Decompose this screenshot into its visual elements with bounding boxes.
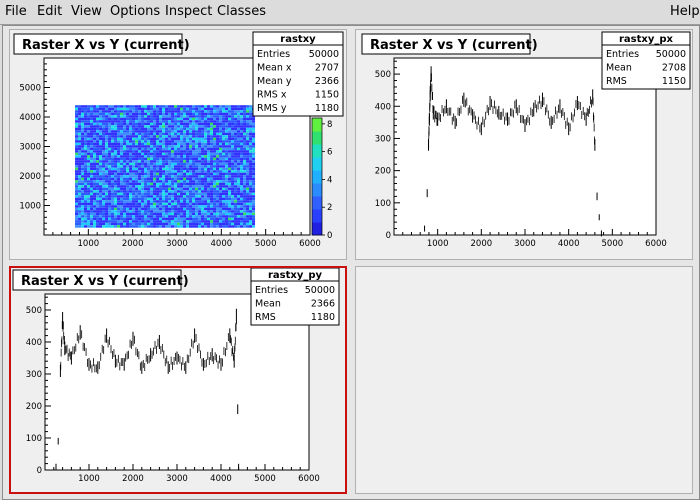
stats-label: Mean [606,63,632,74]
x-tick-label: 4000 [211,239,233,249]
x-tick-label: 6000 [299,239,321,249]
stats-label: Entries [255,285,288,296]
x-tick-label: 3000 [514,239,536,249]
palette-tick-label: 6 [327,148,332,158]
menu-file[interactable]: File [5,4,27,19]
stats-label: Mean [255,299,281,310]
palette-tick-label: 4 [327,175,332,185]
x-tick-label: 4000 [210,474,232,484]
palette-tick-label: 2 [327,203,332,213]
stats-label: RMS [255,312,276,323]
x-tick-label: 2000 [471,239,493,249]
y-tick-label: 1000 [19,202,41,212]
pad-title: Raster X vs Y (current) [22,38,190,53]
x-tick-label: 4000 [558,239,580,249]
stats-value: 50000 [305,285,335,296]
stats-box: rastxy_px Entries 50000 Mean 2708 RMS 1150 [601,31,691,90]
heatmap-cells [75,105,256,228]
pad3-svg: 1000 2000 3000 4000 5000 6000 0 100 200 300 400 500… [12,268,340,484]
stats-value: 2708 [662,63,686,74]
x-tick-label: 6000 [645,239,667,249]
x-tick-label: 1000 [78,239,100,249]
stats-label: RMS [606,76,627,87]
pad2-svg: 1000 2000 3000 4000 5000 6000 0 100 200 300 400 500… [361,31,691,249]
y-tick-label: 0 [37,466,42,476]
y-tick-label: 2000 [19,172,41,182]
y-tick-label: 500 [26,306,42,316]
stats-value: 50000 [656,49,686,60]
pad-title: Raster X vs Y (current) [21,274,189,289]
x-tick-label: 6000 [298,474,320,484]
stats-value: 1180 [315,103,339,114]
color-palette: 0 2 4 6 8 [311,117,332,241]
x-tick-label: 1000 [78,474,100,484]
stats-name: rastxy [280,34,316,45]
y-tick-label: 4000 [19,113,41,123]
stats-name: rastxy_py [268,270,323,281]
pad-heatmap[interactable]: 1000 2000 3000 4000 5000 6000 1000 2000 3000 4000… [9,29,347,260]
pad-title-box: Raster X vs Y (current) [361,33,538,55]
x-tick-label: 2000 [122,474,144,484]
pad-title-box: Raster X vs Y (current) [12,269,189,291]
menu-edit[interactable]: Edit [37,4,62,19]
pad-projection-x[interactable]: 1000 2000 3000 4000 5000 6000 0 100 200 300 400 500… [355,29,693,260]
x-tick-label: 5000 [254,474,276,484]
stats-value: 1150 [662,76,686,87]
pad1-svg: 1000 2000 3000 4000 5000 6000 1000 2000 3000 4000… [13,31,344,249]
y-tick-label: 100 [375,199,391,209]
y-tick-label: 200 [375,167,391,177]
pad-title-box: Raster X vs Y (current) [13,33,190,55]
y-tick-label: 0 [386,231,391,241]
y-tick-label: 5000 [19,84,41,94]
y-tick-label: 400 [26,338,42,348]
y-tick-label: 400 [375,102,391,112]
x-tick-label: 5000 [602,239,624,249]
stats-value: 2366 [315,76,339,87]
y-tick-label: 500 [375,70,391,80]
stats-label: Mean x [257,63,292,74]
stats-label: Entries [606,49,639,60]
y-tick-label: 300 [26,370,42,380]
stats-label: Entries [257,49,290,60]
pad-title: Raster X vs Y (current) [370,38,538,53]
menu-bar: File Edit View Options Inspect Classes H… [0,0,700,25]
stats-box: rastxy_py Entries 50000 Mean 2366 RMS 1180 [250,268,340,326]
pad-empty[interactable] [355,266,693,494]
y-tick-label: 3000 [19,143,41,153]
y-tick-label: 300 [375,134,391,144]
stats-label: RMS y [257,103,287,114]
stats-value: 2366 [311,299,335,310]
menu-options[interactable]: Options [110,4,160,19]
menu-classes[interactable]: Classes [217,4,266,19]
y-tick-label: 200 [26,402,42,412]
x-tick-label: 1000 [427,239,449,249]
stats-value: 2707 [315,63,339,74]
menu-help[interactable]: Help [670,4,700,19]
x-tick-label: 2000 [122,239,144,249]
menu-inspect[interactable]: Inspect [165,4,212,19]
stats-value: 1150 [315,90,339,101]
root-canvas[interactable]: 1000 2000 3000 4000 5000 6000 1000 2000 3000 4000… [2,25,700,500]
palette-tick-label: 0 [327,231,332,241]
stats-name: rastxy_px [619,34,674,45]
stats-value: 1180 [311,312,335,323]
menu-view[interactable]: View [71,4,102,19]
y-tick-label: 100 [26,434,42,444]
stats-label: Mean y [257,76,292,87]
stats-box: rastxy Entries 50000 Mean x 2707 Mean y 2366 R… [252,31,344,117]
stats-label: RMS x [257,90,287,101]
x-tick-label: 3000 [166,239,188,249]
pad-projection-y[interactable]: 1000 2000 3000 4000 5000 6000 0 100 200 300 400 500… [9,266,347,494]
x-tick-label: 3000 [166,474,188,484]
palette-tick-label: 8 [327,120,332,130]
stats-value: 50000 [309,49,339,60]
x-tick-label: 5000 [255,239,277,249]
